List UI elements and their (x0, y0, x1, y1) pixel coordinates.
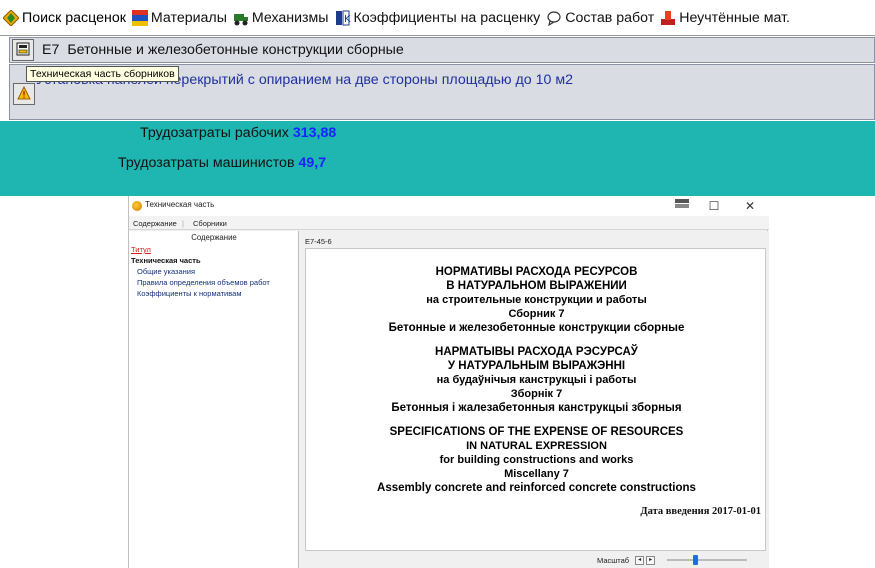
tab-label: Материалы (150, 9, 227, 26)
help-menu-bar: Содержание | Сборники (129, 216, 769, 230)
tab-bar: Поиск расценок Материалы Механизмы K Коэ… (0, 0, 875, 36)
tab-label: Коэффициенты на расценку (353, 9, 541, 26)
zoom-out-button[interactable]: ◂ (635, 555, 645, 565)
toc-item-volume-rules[interactable]: Правила определения объемов работ (137, 278, 270, 287)
doc-line: Бетонныя і жалезабетонныя канструкцыі зб… (391, 402, 682, 414)
svg-text:K: K (344, 14, 351, 25)
document-pane: Е7-45-6 НОРМАТИВЫ РАСХОДА РЕСУРСОВ В НАТ… (303, 231, 769, 568)
operators-labour-label: Трудозатраты машинистов (118, 155, 295, 171)
tab-label: Состав работ (565, 9, 655, 26)
operators-labour: Трудозатраты машинистов 49,7 (118, 155, 326, 171)
operators-labour-value: 49,7 (298, 155, 327, 171)
menu-collections[interactable]: Сборники (193, 219, 227, 228)
workers-labour-label: Трудозатраты рабочих (140, 125, 289, 141)
rate-details-button[interactable] (13, 83, 35, 105)
tab-coefficients[interactable]: K Коэффициенты на расценку (332, 0, 544, 35)
zoom-slider-thumb[interactable] (693, 555, 699, 565)
doc-line: IN NATURAL EXPRESSION (466, 440, 607, 452)
window-title: Техническая часть (145, 200, 215, 209)
zoom-label: Масштаб (597, 555, 630, 565)
close-button[interactable]: ✕ (735, 196, 765, 216)
toc-item-general[interactable]: Общие указания (137, 267, 195, 276)
document-page: НОРМАТИВЫ РАСХОДА РЕСУРСОВ В НАТУРАЛЬНОМ… (305, 248, 766, 551)
toc-heading: Содержание (191, 233, 237, 242)
book-icon (16, 42, 30, 59)
doc-line: Зборнік 7 (510, 388, 563, 400)
toc-pane: Содержание Титул Техническая часть Общие… (129, 231, 299, 568)
zoom-in-button[interactable]: ▸ (646, 555, 656, 565)
machinery-icon (233, 10, 249, 26)
tab-unaccounted-materials[interactable]: Неучтённые мат. (657, 0, 793, 35)
window-grip-icon (667, 194, 697, 214)
tab-materials[interactable]: Материалы (129, 0, 230, 35)
tab-work-composition[interactable]: Состав работ (543, 0, 657, 35)
search-arrows-icon (2, 8, 20, 27)
menu-divider: | (182, 219, 184, 228)
zoom-control: Масштаб ◂ ▸ (597, 554, 748, 566)
doc-line: Assembly concrete and reinforced concret… (377, 482, 696, 494)
document-date: Дата введения 2017-01-01 (640, 506, 761, 517)
doc-line: на будаўнічыя канструкцыі і работы (436, 374, 637, 386)
unaccounted-materials-icon (660, 10, 676, 26)
warning-triangle-icon (17, 85, 31, 103)
technical-part-window: Техническая часть ☐ ✕ Содержание | Сборн… (128, 196, 769, 568)
collection-row: Е7 Бетонные и железобетонные конструкции… (9, 37, 875, 63)
collection-name: Бетонные и железобетонные конструкции сб… (67, 42, 404, 58)
doc-line: Сборник 7 (508, 308, 565, 320)
app-icon (132, 201, 142, 211)
doc-line: У НАТУРАЛЬНЫМ ВЫРАЖЭННІ (447, 360, 626, 372)
tab-label: Механизмы (251, 9, 329, 26)
tab-machinery[interactable]: Механизмы (230, 0, 332, 35)
toc-item-title[interactable]: Титул (131, 245, 151, 254)
doc-line: НАРМАТЫВЫ РАСХОДА РЭСУРСАЎ (435, 346, 638, 358)
zoom-slider[interactable] (667, 555, 748, 565)
collection-code: Е7 (42, 42, 60, 58)
technical-part-button[interactable] (12, 39, 34, 61)
menu-contents[interactable]: Содержание (133, 219, 177, 228)
technical-part-tooltip: Техническая часть сборников (26, 66, 179, 82)
doc-line: Бетонные и железобетонные конструкции сб… (388, 322, 685, 334)
workers-labour-value: 313,88 (292, 125, 337, 141)
materials-icon (131, 9, 148, 26)
tab-label: Неучтённые мат. (679, 9, 790, 26)
doc-line: SPECIFICATIONS OF THE EXPENSE OF RESOURC… (389, 426, 684, 438)
tab-rate-search[interactable]: Поиск расценок (0, 0, 129, 35)
workers-labour: Трудозатраты рабочих 313,88 (140, 125, 336, 141)
speech-bubble-icon (546, 10, 562, 26)
doc-line: for building constructions and works (439, 454, 634, 466)
doc-line: Miscellany 7 (504, 468, 569, 480)
toc-item-coefficients[interactable]: Коэффициенты к нормативам (137, 289, 241, 298)
toc-item-technical-part[interactable]: Техническая часть (131, 256, 201, 265)
window-titlebar: Техническая часть ☐ ✕ (129, 196, 769, 216)
tab-label: Поиск расценок (22, 9, 126, 26)
document-id: Е7-45-6 (305, 237, 332, 246)
maximize-button[interactable]: ☐ (699, 196, 729, 216)
labour-panel: Трудозатраты рабочих 313,88 Трудозатраты … (0, 121, 875, 196)
doc-line: В НАТУРАЛЬНОМ ВЫРАЖЕНИИ (446, 280, 627, 292)
doc-line: НОРМАТИВЫ РАСХОДА РЕСУРСОВ (435, 266, 638, 278)
doc-line: на строительные конструкции и работы (426, 294, 647, 306)
coefficients-icon: K (335, 10, 351, 26)
